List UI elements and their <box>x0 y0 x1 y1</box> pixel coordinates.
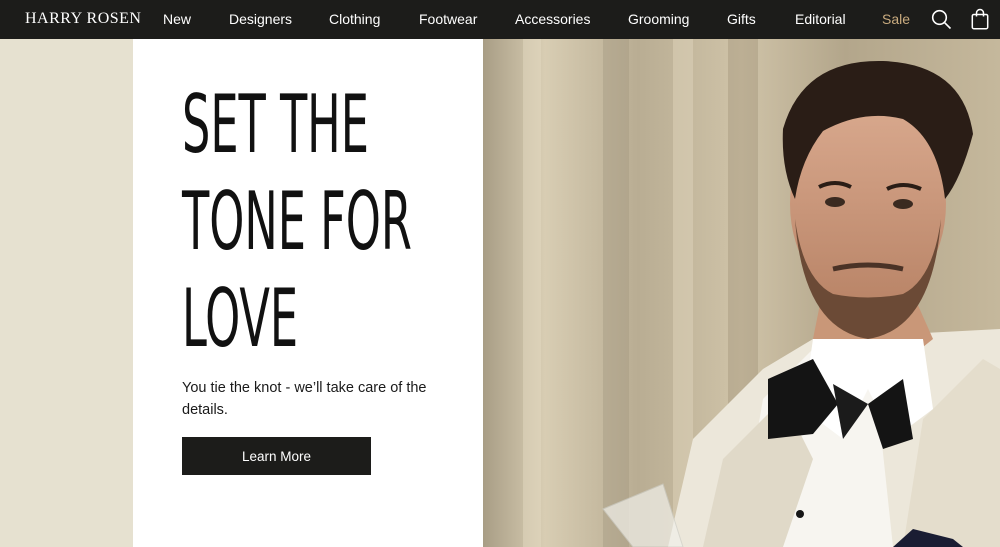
hero-headline-line-1: SET THE <box>182 78 369 171</box>
nav-item-gifts[interactable]: Gifts <box>727 11 756 27</box>
hero-subtext: You tie the knot - we’ll take care of th… <box>182 380 427 418</box>
hero-image[interactable] <box>483 39 1000 547</box>
hero-headline-line-3: LOVE <box>182 272 299 365</box>
nav-item-new[interactable]: New <box>163 11 191 27</box>
top-navigation-bar: HARRY ROSEN New Designers Clothing Footw… <box>0 0 1000 39</box>
search-icon[interactable] <box>931 9 952 35</box>
nav-item-clothing[interactable]: Clothing <box>329 11 380 27</box>
hero-headline-line-2: TONE FOR <box>182 175 412 268</box>
nav-item-grooming[interactable]: Grooming <box>628 11 689 27</box>
brand-logo[interactable]: HARRY ROSEN <box>25 10 141 28</box>
nav-item-editorial[interactable]: Editorial <box>795 11 846 27</box>
nav-item-sale[interactable]: Sale <box>882 11 910 27</box>
hero-headline: SET THE TONE FOR LOVE <box>182 76 412 367</box>
nav-item-designers[interactable]: Designers <box>229 11 292 27</box>
nav-item-footwear[interactable]: Footwear <box>419 11 477 27</box>
beige-background-strip <box>0 39 133 547</box>
shopping-bag-icon[interactable] <box>971 8 989 35</box>
learn-more-button[interactable]: Learn More <box>182 437 371 475</box>
nav-item-accessories[interactable]: Accessories <box>515 11 590 27</box>
